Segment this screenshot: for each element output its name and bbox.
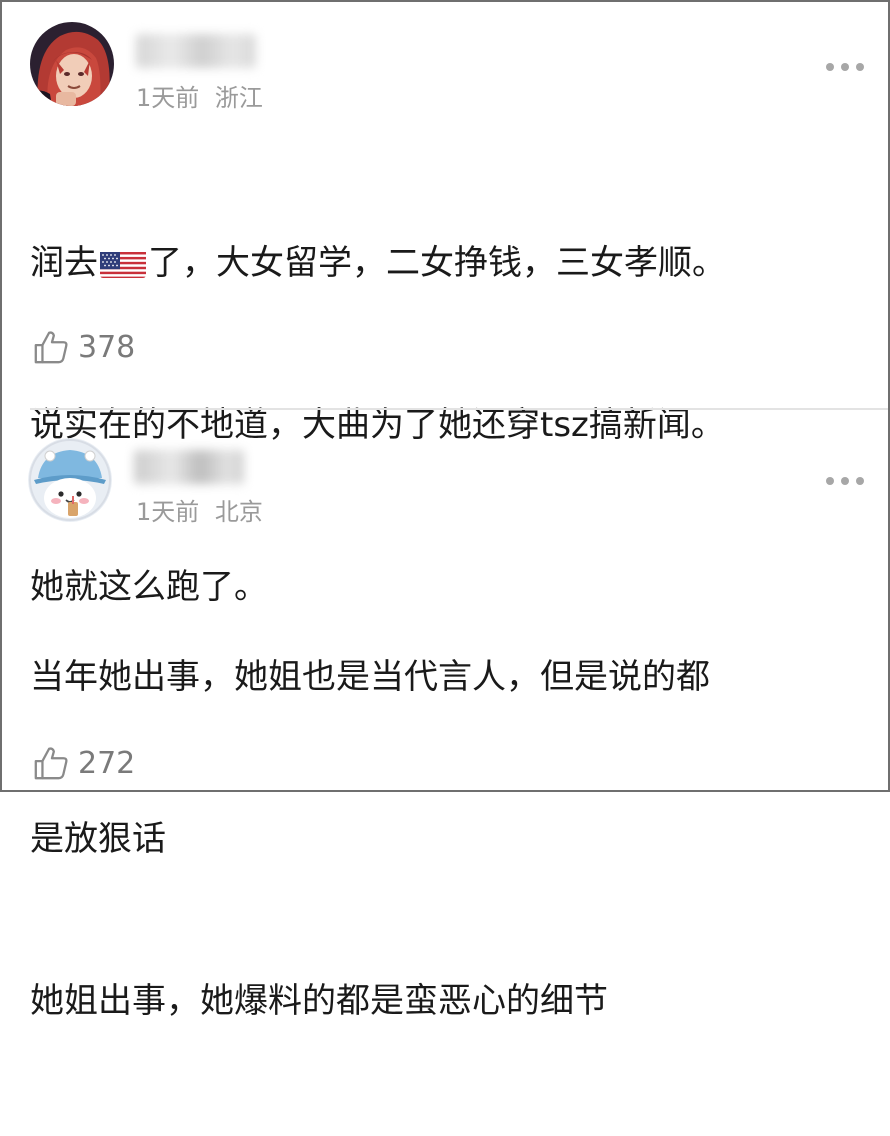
username-blurred[interactable] xyxy=(134,450,244,484)
comment-time: 1天前 xyxy=(136,84,200,112)
comment-line: 润去 了，大女留学，二女挣钱，三女孝顺。 xyxy=(30,243,726,283)
comment-meta: 1天前 北京 xyxy=(136,492,263,527)
comment-item: 1天前 北京 当年她出事，她姐也是当代言人，但是说的都 是放狠话 她姐出事，她爆… xyxy=(2,410,888,1021)
comment-line: 当年她出事，她姐也是当代言人，但是说的都 xyxy=(30,657,710,697)
comment-time: 1天前 xyxy=(136,498,200,526)
cartoon-bear-avatar-icon xyxy=(28,438,112,522)
comment-location: 北京 xyxy=(214,498,263,526)
like-count: 272 xyxy=(78,745,136,781)
thumbs-up-icon xyxy=(34,331,68,364)
us-flag-icon xyxy=(100,246,146,278)
comment-location: 浙江 xyxy=(214,84,263,112)
thumbs-up-icon xyxy=(34,747,68,780)
like-count: 378 xyxy=(78,329,136,365)
comment-line: 她姐出事，她爆料的都是蛮恶心的细节 xyxy=(30,981,608,1021)
comment-line: 是放狠话 xyxy=(30,819,166,859)
avatar[interactable] xyxy=(28,438,112,522)
username-blurred[interactable] xyxy=(136,34,256,68)
like-button[interactable]: 378 xyxy=(32,328,135,366)
more-options-icon[interactable] xyxy=(826,476,864,486)
comment-text: 当年她出事，她姐也是当代言人，但是说的都 是放狠话 她姐出事，她爆料的都是蛮恶心… xyxy=(30,542,868,1136)
comment-list-frame: 1天前 浙江 润去 了，大女留学，二女挣钱，三女孝顺。 说实在的不地道，大曲为了… xyxy=(0,0,890,1021)
comment-meta: 1天前 浙江 xyxy=(136,78,263,113)
like-button[interactable]: 272 xyxy=(32,744,135,782)
comment-item: 1天前 浙江 润去 了，大女留学，二女挣钱，三女孝顺。 说实在的不地道，大曲为了… xyxy=(2,2,888,607)
avatar[interactable] xyxy=(30,22,114,106)
more-options-icon[interactable] xyxy=(826,62,864,72)
anime-avatar-icon xyxy=(30,22,114,106)
